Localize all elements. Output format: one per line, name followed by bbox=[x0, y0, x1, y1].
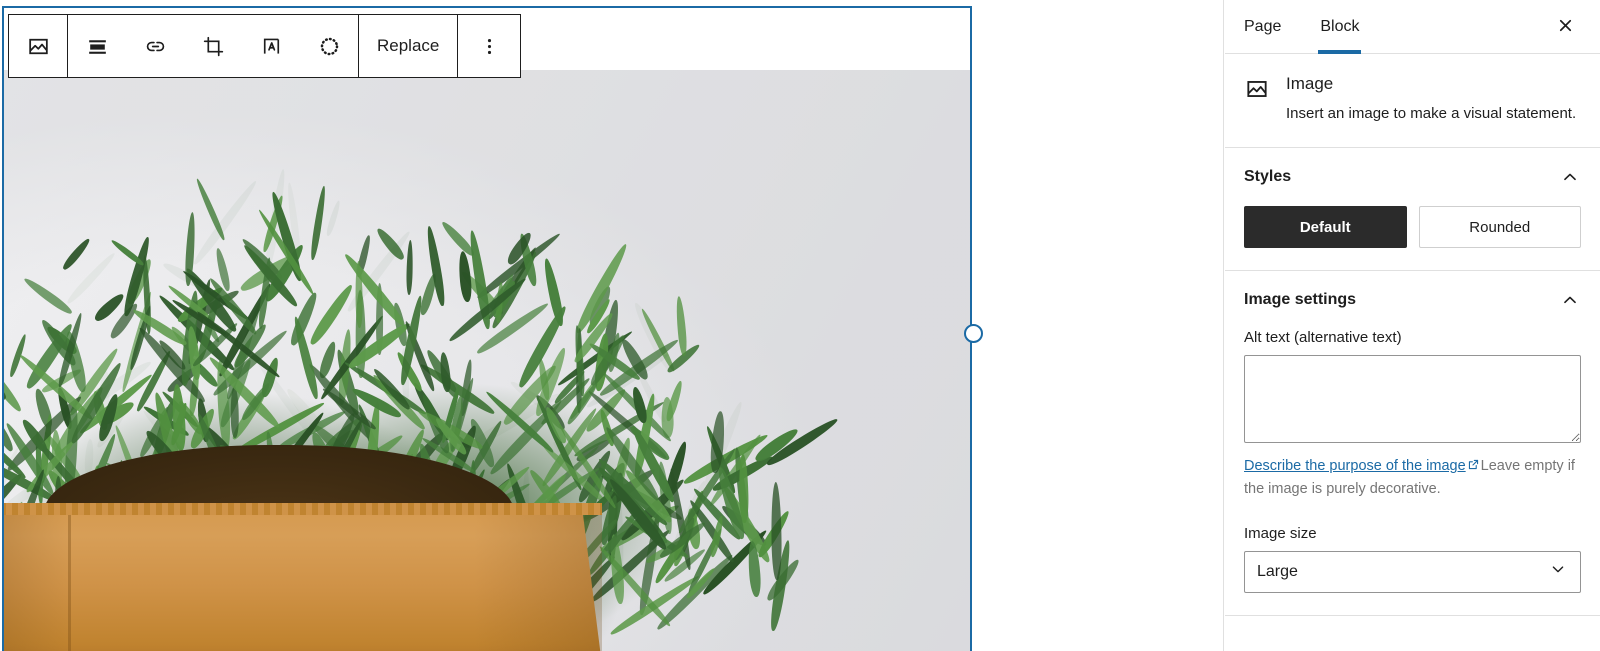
block-title: Image bbox=[1286, 74, 1334, 93]
style-variation-list: Default Rounded bbox=[1244, 206, 1581, 249]
leaf bbox=[770, 482, 782, 581]
duotone-icon bbox=[317, 34, 342, 59]
chevron-down-icon bbox=[1548, 559, 1568, 584]
styles-panel: Styles Default Rounded bbox=[1225, 148, 1600, 272]
link-icon bbox=[143, 34, 168, 59]
image-block-photo[interactable] bbox=[4, 70, 970, 651]
text-over-image-icon bbox=[259, 34, 284, 59]
tab-page[interactable]: Page bbox=[1244, 0, 1300, 54]
image-size-label: Image size bbox=[1244, 524, 1317, 542]
replace-button[interactable]: Replace bbox=[359, 15, 457, 77]
leaf bbox=[325, 199, 343, 237]
toolbar-tools-group bbox=[68, 15, 358, 77]
chevron-up-icon bbox=[1559, 166, 1581, 188]
duotone-button[interactable] bbox=[300, 15, 358, 77]
image-settings-panel-title: Image settings bbox=[1244, 291, 1357, 309]
link-button[interactable] bbox=[126, 15, 184, 77]
alt-text-help: Describe the purpose of the image Leave e… bbox=[1244, 456, 1581, 501]
crop-button[interactable] bbox=[184, 15, 242, 77]
block-info-card: Image Insert an image to make a visual s… bbox=[1225, 54, 1600, 149]
image-size-value: Large bbox=[1257, 562, 1298, 580]
crop-icon bbox=[201, 34, 226, 59]
more-options-button[interactable] bbox=[458, 15, 520, 77]
more-vertical-icon bbox=[477, 34, 502, 59]
image-settings-panel-toggle[interactable]: Image settings bbox=[1244, 271, 1581, 329]
sidebar-tabbar: Page Block bbox=[1225, 0, 1600, 54]
alt-text-input[interactable] bbox=[1244, 355, 1581, 444]
wordpress-block-editor: Replace Page Block Image Insert an image… bbox=[0, 0, 1600, 651]
external-link-icon bbox=[1467, 457, 1480, 479]
block-info-text: Image Insert an image to make a visual s… bbox=[1286, 74, 1580, 125]
alt-text-label: Alt text (alternative text) bbox=[1244, 329, 1402, 347]
image-settings-panel: Image settings Alt text (alternative tex… bbox=[1225, 271, 1600, 616]
tab-block[interactable]: Block bbox=[1318, 0, 1378, 54]
styles-panel-title: Styles bbox=[1244, 168, 1292, 186]
align-button[interactable] bbox=[68, 15, 126, 77]
block-settings-sidebar: Page Block Image Insert an image to make… bbox=[1225, 0, 1600, 651]
text-over-image-button[interactable] bbox=[242, 15, 300, 77]
align-icon bbox=[85, 34, 110, 59]
block-type-image-button[interactable] bbox=[9, 15, 67, 77]
image-size-select[interactable]: Large bbox=[1244, 550, 1581, 593]
close-button[interactable] bbox=[1550, 12, 1580, 42]
pot-rim bbox=[4, 503, 602, 515]
block-description: Insert an image to make a visual stateme… bbox=[1286, 105, 1577, 122]
style-option-rounded[interactable]: Rounded bbox=[1418, 206, 1581, 249]
block-toolbar[interactable]: Replace bbox=[8, 14, 522, 78]
style-option-default[interactable]: Default bbox=[1244, 206, 1407, 249]
photo-background bbox=[4, 70, 970, 651]
image-icon bbox=[1244, 74, 1270, 125]
image-block[interactable]: Replace bbox=[2, 6, 983, 651]
styles-panel-toggle[interactable]: Styles bbox=[1244, 148, 1581, 206]
pot-shadow-left bbox=[4, 515, 70, 651]
close-icon bbox=[1556, 16, 1575, 38]
chevron-up-icon bbox=[1559, 289, 1581, 311]
right-center-resize-handle[interactable] bbox=[964, 324, 983, 343]
describe-purpose-link[interactable]: Describe the purpose of the image bbox=[1244, 458, 1466, 474]
image-icon bbox=[26, 34, 51, 59]
pot-shadow-right bbox=[474, 515, 602, 651]
editor-canvas: Replace bbox=[0, 0, 1224, 651]
